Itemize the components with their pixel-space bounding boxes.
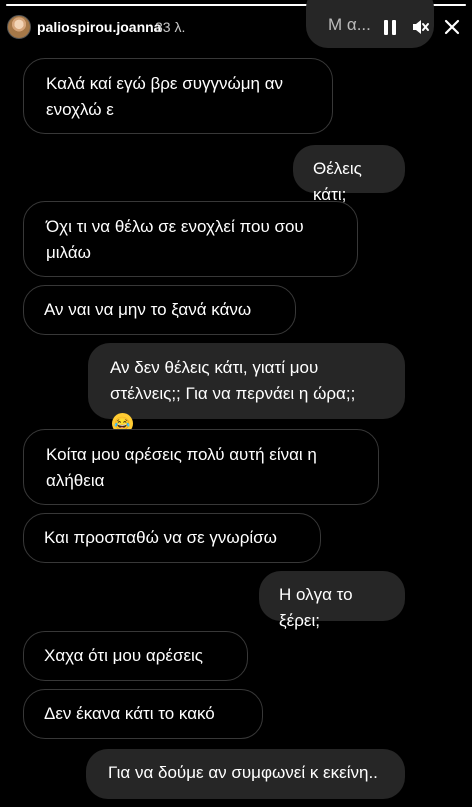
pause-icon[interactable] <box>376 14 404 40</box>
username[interactable]: paliospirou.joanna <box>37 19 161 35</box>
message-bubble-received: Κοίτα μου αρέσεις πολύ αυτή είναι η αλήθ… <box>23 429 379 505</box>
message-text: Αν δεν θέλεις κάτι, γιατί μου στέλνεις;;… <box>110 358 356 403</box>
mute-icon[interactable] <box>406 14 434 40</box>
message-text: Κοίτα μου αρέσεις πολύ αυτή είναι η αλήθ… <box>46 445 317 490</box>
message-bubble-sent: Η ολγα το ξέρει; <box>259 571 405 630</box>
message-bubble-received: Καλά καί εγώ βρε συγγνώμη αν ενοχλώ ε <box>23 58 333 134</box>
message-bubble-received: Χαχα ότι μου αρέσεις <box>23 631 248 681</box>
message-text: Όχι τι να θέλω σε ενοχλεί που σου μιλάω <box>46 217 304 262</box>
avatar[interactable] <box>7 15 31 39</box>
message-text: Θέλεις κάτι; <box>313 159 362 204</box>
message-text: Η ολγα το ξέρει; <box>279 585 353 630</box>
story-header: paliospirou.joanna 33 λ. <box>0 8 472 48</box>
close-icon[interactable] <box>438 14 466 40</box>
message-text: Και προσπαθώ να σε γνωρίσω <box>44 528 277 547</box>
message-text: Καλά καί εγώ βρε συγγνώμη αν ενοχλώ ε <box>46 74 284 119</box>
message-bubble-sent: Αν δεν θέλεις κάτι, γιατί μου στέλνεις;;… <box>88 343 405 434</box>
timestamp: 33 λ. <box>155 19 186 35</box>
message-bubble-received: Και προσπαθώ να σε γνωρίσω <box>23 513 321 563</box>
message-bubble-received: Όχι τι να θέλω σε ενοχλεί που σου μιλάω <box>23 201 358 277</box>
message-bubble-sent: Θέλεις κάτι; <box>293 145 405 204</box>
message-bubble-received: Δεν έκανα κάτι το κακό <box>23 689 263 739</box>
message-text: Αν ναι να μην το ξανά κάνω <box>44 300 252 319</box>
message-text: Για να δούμε αν συμφωνεί κ εκείνη.. <box>108 763 378 782</box>
message-bubble-received: Αν ναι να μην το ξανά κάνω <box>23 285 296 335</box>
message-text: Χαχα ότι μου αρέσεις <box>44 646 204 665</box>
message-text: Δεν έκανα κάτι το κακό <box>44 704 215 723</box>
message-bubble-sent: Για να δούμε αν συμφωνεί κ εκείνη.. <box>86 749 405 799</box>
